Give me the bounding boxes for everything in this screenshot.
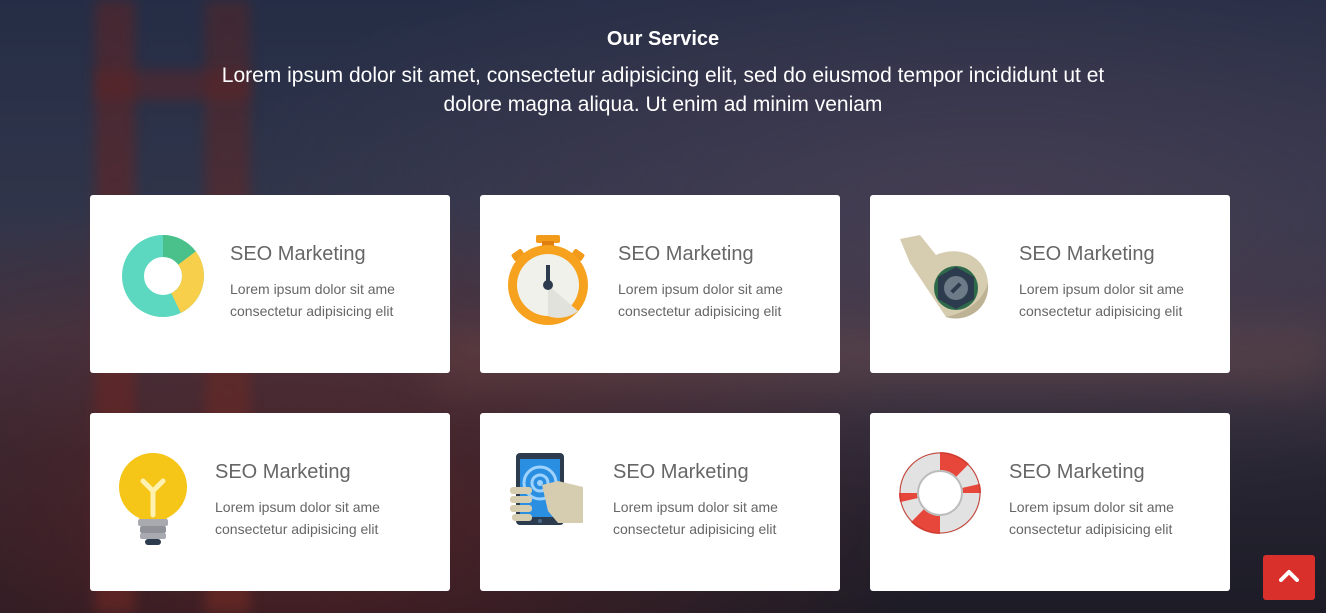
section-subtitle: Lorem ipsum dolor sit amet, consectetur … [221, 64, 1105, 116]
service-desc-line: Lorem ipsum dolor sit ame [230, 281, 395, 297]
service-desc-line: consectetur adipisicing elit [230, 303, 394, 319]
service-card[interactable]: SEO Marketing Lorem ipsum dolor sit ame … [90, 195, 450, 373]
service-desc-line: consectetur adipisicing elit [1009, 521, 1173, 537]
service-desc-line: consectetur adipisicing elit [1019, 303, 1183, 319]
lifebuoy-icon [898, 451, 988, 551]
service-text: SEO Marketing Lorem ipsum dolor sit ame … [1019, 243, 1184, 322]
service-text: SEO Marketing Lorem ipsum dolor sit ame … [1009, 461, 1174, 540]
service-description: Lorem ipsum dolor sit ame consectetur ad… [1019, 278, 1184, 322]
section-header: Our Service Lorem ipsum dolor sit amet, … [0, 28, 1326, 119]
service-desc-line: consectetur adipisicing elit [613, 521, 777, 537]
service-desc-line: Lorem ipsum dolor sit ame [613, 499, 778, 515]
donut-chart-icon [118, 233, 208, 333]
service-card[interactable]: SEO Marketing Lorem ipsum dolor sit ame … [90, 413, 450, 591]
service-description: Lorem ipsum dolor sit ame consectetur ad… [215, 496, 380, 540]
service-title: SEO Marketing [618, 243, 754, 265]
service-description: Lorem ipsum dolor sit ame consectetur ad… [1009, 496, 1174, 540]
stopwatch-icon [508, 233, 598, 333]
mobile-touch-icon [508, 451, 598, 551]
service-title: SEO Marketing [1009, 461, 1145, 483]
service-card[interactable]: SEO Marketing Lorem ipsum dolor sit ame … [480, 413, 840, 591]
chevron-up-icon [1279, 568, 1299, 587]
wrench-icon [898, 233, 989, 333]
scroll-to-top-button[interactable] [1263, 555, 1315, 600]
service-description: Lorem ipsum dolor sit ame consectetur ad… [613, 496, 778, 540]
service-description: Lorem ipsum dolor sit ame consectetur ad… [230, 278, 395, 322]
service-desc-line: consectetur adipisicing elit [618, 303, 782, 319]
service-desc-line: Lorem ipsum dolor sit ame [1009, 499, 1174, 515]
service-title: SEO Marketing [613, 461, 749, 483]
service-text: SEO Marketing Lorem ipsum dolor sit ame … [618, 243, 783, 322]
service-desc-line: Lorem ipsum dolor sit ame [618, 281, 783, 297]
service-title: SEO Marketing [1019, 243, 1155, 265]
section-title: Our Service [606, 28, 720, 50]
service-desc-line: Lorem ipsum dolor sit ame [215, 499, 380, 515]
service-card[interactable]: SEO Marketing Lorem ipsum dolor sit ame … [870, 413, 1230, 591]
service-desc-line: Lorem ipsum dolor sit ame [1019, 281, 1184, 297]
lightbulb-icon [118, 451, 208, 551]
service-title: SEO Marketing [230, 243, 366, 265]
service-title: SEO Marketing [215, 461, 351, 483]
service-card[interactable]: SEO Marketing Lorem ipsum dolor sit ame … [870, 195, 1230, 373]
service-text: SEO Marketing Lorem ipsum dolor sit ame … [230, 243, 395, 322]
service-description: Lorem ipsum dolor sit ame consectetur ad… [618, 278, 783, 322]
service-desc-line: consectetur adipisicing elit [215, 521, 379, 537]
service-card[interactable]: SEO Marketing Lorem ipsum dolor sit ame … [480, 195, 840, 373]
service-text: SEO Marketing Lorem ipsum dolor sit ame … [613, 461, 778, 540]
service-text: SEO Marketing Lorem ipsum dolor sit ame … [215, 461, 380, 540]
